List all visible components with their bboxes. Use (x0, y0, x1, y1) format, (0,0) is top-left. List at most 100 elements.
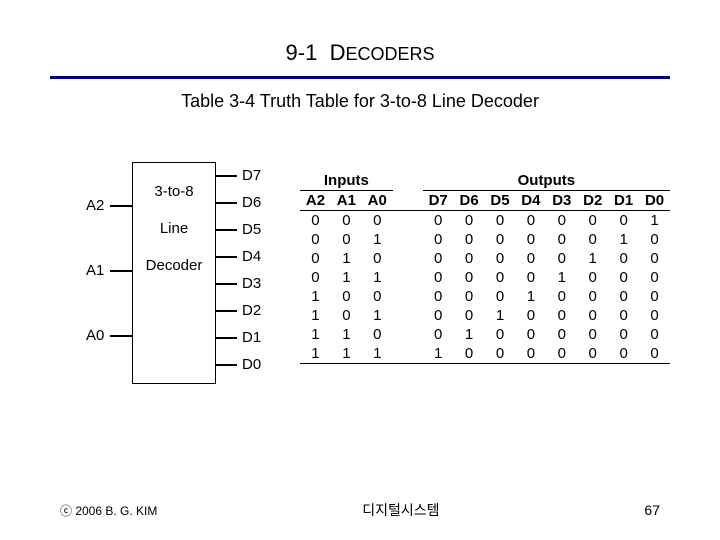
cell: 0 (608, 325, 639, 344)
cell: 1 (485, 306, 516, 325)
cell: 1 (577, 249, 608, 268)
decoder-box: 3-to-8 Line Decoder (132, 162, 216, 384)
col-out-1: D6 (454, 190, 485, 210)
table-caption: Table 3-4 Truth Table for 3-to-8 Line De… (0, 91, 720, 112)
cell: 0 (515, 230, 546, 249)
cell: 1 (331, 268, 362, 287)
col-in-0: A2 (300, 190, 331, 210)
cell: 0 (608, 249, 639, 268)
cell: 1 (300, 325, 331, 344)
content-area: 3-to-8 Line Decoder A2 A1 A0 D7 D6 D5 D4… (0, 142, 720, 392)
col-out-3: D4 (515, 190, 546, 210)
out-d4: D4 (242, 248, 261, 265)
cell: 0 (331, 306, 362, 325)
cell: 1 (331, 249, 362, 268)
cell: 0 (485, 249, 516, 268)
cell: 1 (331, 325, 362, 344)
cell: 0 (577, 306, 608, 325)
cell: 0 (331, 287, 362, 306)
cell: 0 (362, 210, 393, 230)
cell: 0 (546, 230, 577, 249)
cell: 0 (577, 268, 608, 287)
cell: 0 (546, 287, 577, 306)
cell: 0 (331, 230, 362, 249)
in-a1: A1 (86, 262, 104, 279)
cell: 0 (485, 230, 516, 249)
cell: 0 (577, 287, 608, 306)
wire-a0 (110, 335, 132, 337)
cell: 0 (423, 287, 454, 306)
cell: 0 (546, 325, 577, 344)
cell: 1 (300, 344, 331, 364)
cell: 0 (515, 268, 546, 287)
cell: 0 (639, 287, 670, 306)
cell: 0 (639, 325, 670, 344)
table-row: 10000010000 (300, 287, 670, 306)
cell: 0 (577, 230, 608, 249)
cell: 1 (454, 325, 485, 344)
out-d7: D7 (242, 167, 261, 184)
cell: 0 (639, 230, 670, 249)
cell: 1 (331, 344, 362, 364)
wire-d1 (215, 337, 237, 339)
wire-d5 (215, 229, 237, 231)
inputs-header: Inputs (300, 171, 393, 191)
cell: 0 (423, 306, 454, 325)
cell: 0 (485, 344, 516, 364)
wire-d7 (215, 175, 237, 177)
col-out-7: D0 (639, 190, 670, 210)
cell: 1 (362, 230, 393, 249)
cell: 0 (454, 344, 485, 364)
table-row: 01000000100 (300, 249, 670, 268)
cell: 0 (362, 325, 393, 344)
cell: 0 (485, 287, 516, 306)
box-line-1: Line (133, 220, 215, 237)
table-row: 00000000001 (300, 210, 670, 230)
cell: 0 (423, 230, 454, 249)
footer-center: 디지털시스템 (157, 500, 644, 520)
cell: 0 (300, 268, 331, 287)
cell: 1 (300, 287, 331, 306)
cell: 0 (362, 249, 393, 268)
table-row: 11110000000 (300, 344, 670, 364)
col-out-2: D5 (485, 190, 516, 210)
cell: 0 (546, 306, 577, 325)
wire-d4 (215, 256, 237, 258)
cell: 0 (331, 210, 362, 230)
cell: 0 (423, 249, 454, 268)
cell: 0 (577, 210, 608, 230)
cell: 0 (454, 249, 485, 268)
cell: 0 (515, 325, 546, 344)
out-d3: D3 (242, 275, 261, 292)
cell: 0 (300, 230, 331, 249)
wire-a1 (110, 270, 132, 272)
wire-d2 (215, 310, 237, 312)
cell: 0 (608, 344, 639, 364)
cell: 0 (423, 268, 454, 287)
wire-d3 (215, 283, 237, 285)
cell: 0 (423, 210, 454, 230)
wire-d6 (215, 202, 237, 204)
cell: 0 (639, 268, 670, 287)
cell: 0 (515, 210, 546, 230)
cell: 0 (485, 268, 516, 287)
title-d: D (330, 40, 346, 65)
cell: 0 (639, 306, 670, 325)
cell: 0 (454, 268, 485, 287)
cell: 0 (639, 249, 670, 268)
cell: 1 (546, 268, 577, 287)
cell: 0 (608, 306, 639, 325)
out-d2: D2 (242, 302, 261, 319)
cell: 0 (608, 210, 639, 230)
wire-a2 (110, 205, 132, 207)
col-out-0: D7 (423, 190, 454, 210)
col-out-4: D3 (546, 190, 577, 210)
out-d5: D5 (242, 221, 261, 238)
cell: 0 (485, 325, 516, 344)
cell: 0 (515, 249, 546, 268)
cell: 0 (454, 306, 485, 325)
wire-d0 (215, 364, 237, 366)
cell: 0 (485, 210, 516, 230)
cell: 1 (515, 287, 546, 306)
decoder-diagram: 3-to-8 Line Decoder A2 A1 A0 D7 D6 D5 D4… (50, 142, 280, 392)
